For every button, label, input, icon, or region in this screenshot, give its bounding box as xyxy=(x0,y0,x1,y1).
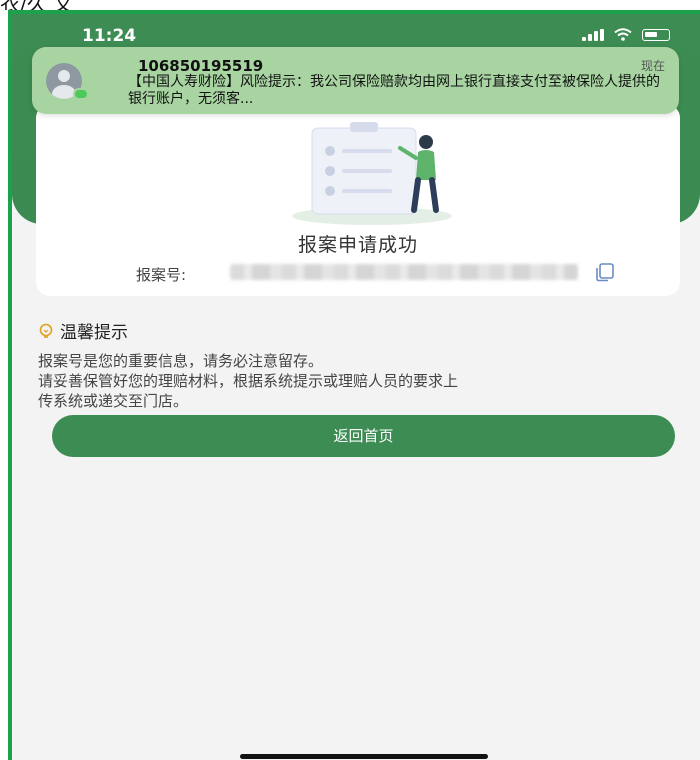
tips-section: 温馨提示 报案号是您的重要信息，请务必注意留存。 请妥善保管好您的理赔材料，根据… xyxy=(38,318,688,411)
status-icons xyxy=(582,28,670,41)
status-time: 11:24 xyxy=(82,26,137,46)
lightbulb-icon xyxy=(39,323,53,338)
home-indicator[interactable] xyxy=(240,754,488,759)
notification-time: 现在 xyxy=(640,59,665,73)
top-cropped-label: 衣/久 又 xyxy=(0,0,73,10)
phone-screen: 11:24 报案申请成功 报案号: 106850195519 现在 【中国人寿财… xyxy=(8,10,700,760)
copy-icon[interactable] xyxy=(594,262,616,282)
tips-line-3: 传系统或递交至门店。 xyxy=(38,392,189,410)
clipboard-illustration-icon xyxy=(292,122,452,225)
notification-body: 【中国人寿财险】风险提示：我公司保险赔款均由网上银行直接支付至被保险人提供的银行… xyxy=(128,74,660,107)
result-card: 报案申请成功 报案号: xyxy=(36,104,680,296)
notification-sender: 106850195519 xyxy=(138,57,264,75)
top-cropped-text: 衣/久 又 xyxy=(0,0,700,10)
tips-line-1: 报案号是您的重要信息，请务必注意留存。 xyxy=(38,352,324,370)
tips-header: 温馨提示 xyxy=(38,318,688,343)
push-notification[interactable]: 106850195519 现在 【中国人寿财险】风险提示：我公司保险赔款均由网上… xyxy=(32,47,679,114)
wifi-icon xyxy=(614,28,632,41)
case-number-value-redacted xyxy=(230,264,578,280)
tips-line-2: 请妥善保管好您的理赔材料，根据系统提示或理赔人员的要求上 xyxy=(38,372,459,390)
signal-icon xyxy=(582,28,604,41)
tips-title: 温馨提示 xyxy=(60,323,128,343)
success-title: 报案申请成功 xyxy=(297,234,418,256)
case-number-label: 报案号: xyxy=(136,266,187,284)
messages-badge-icon xyxy=(73,88,89,100)
return-home-button[interactable]: 返回首页 xyxy=(52,415,675,457)
battery-icon xyxy=(642,28,670,41)
